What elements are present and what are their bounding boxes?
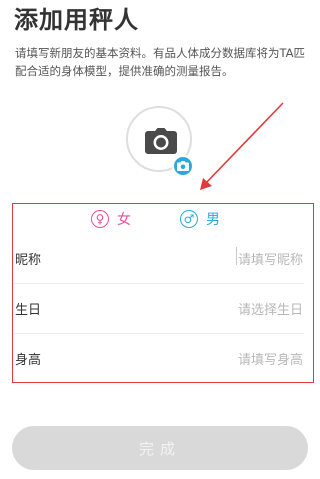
female-icon: ♀: [91, 210, 109, 228]
text-cursor: [236, 247, 237, 265]
gender-selector: ♀ 女 ♂ 男: [13, 204, 313, 234]
nickname-field[interactable]: 昵称 请填写昵称: [13, 234, 313, 282]
birthday-picker[interactable]: 请选择生日: [238, 299, 303, 318]
submit-button[interactable]: 完成: [12, 426, 308, 470]
nickname-label: 昵称: [15, 253, 42, 268]
add-scale-user-page: 添加用秤人 请填写新朋友的基本资料。有品人体成分数据库将为TA匹配合适的身体模型…: [0, 0, 320, 479]
camera-badge-icon[interactable]: [172, 155, 194, 177]
gender-option-male[interactable]: ♂ 男: [180, 206, 220, 232]
camera-icon: [145, 128, 177, 154]
gender-option-female[interactable]: ♀ 女: [91, 206, 131, 232]
submit-button-label: 完成: [138, 440, 181, 458]
birthday-label: 生日: [15, 303, 42, 318]
gender-label-female: 女: [117, 212, 131, 228]
height-input[interactable]: 请填写身高: [238, 349, 303, 368]
height-label: 身高: [15, 353, 42, 368]
page-title: 添加用秤人: [14, 6, 139, 34]
page-description: 请填写新朋友的基本资料。有品人体成分数据库将为TA匹配合适的身体模型，提供准确的…: [15, 46, 305, 78]
gender-label-male: 男: [206, 212, 220, 228]
male-icon: ♂: [180, 210, 198, 228]
camera-small-icon: [177, 161, 189, 171]
height-field[interactable]: 身高 请填写身高: [13, 334, 313, 382]
birthday-field[interactable]: 生日 请选择生日: [13, 284, 313, 332]
nickname-input[interactable]: 请填写昵称: [238, 249, 303, 268]
